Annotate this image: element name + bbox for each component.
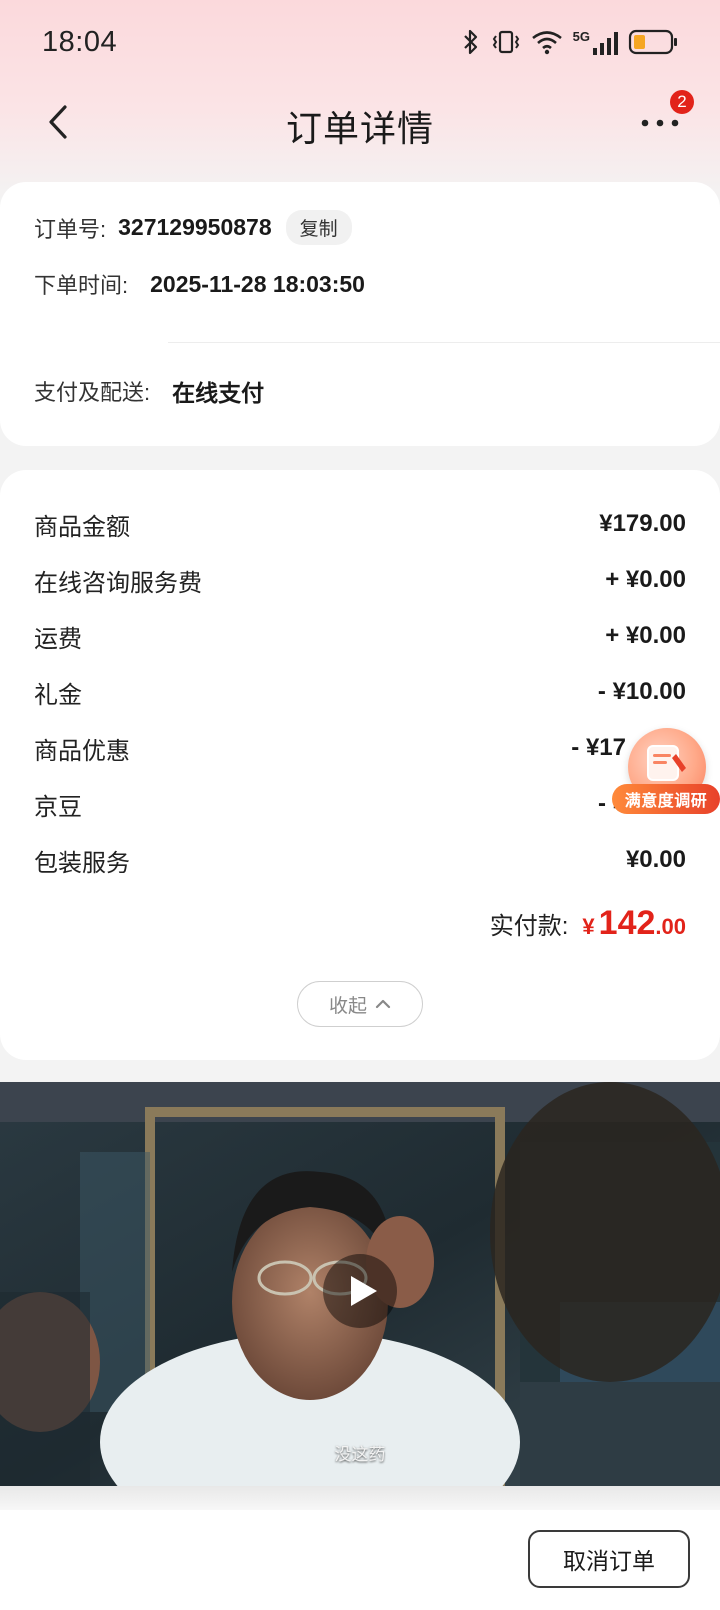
price-value: ¥0.00: [625, 846, 686, 873]
battery-low-icon: [628, 29, 678, 55]
price-row: 商品优惠 - ¥17: [34, 728, 686, 768]
total-paid-integer: 142: [598, 904, 656, 942]
price-row: 商品金额 ¥179.00: [34, 504, 686, 544]
price-label: 包装服务: [34, 849, 130, 877]
order-number-value: 327129950878: [118, 214, 272, 240]
price-value: + ¥0.00: [605, 622, 686, 649]
play-button[interactable]: [321, 1252, 399, 1330]
status-bar: 18:04 5G: [0, 0, 720, 84]
price-row: 京豆 - ¥: [34, 784, 686, 824]
order-time-row: 下单时间: 2025-11-28 18:03:50: [34, 268, 365, 300]
price-row: 运费 + ¥0.00: [34, 616, 686, 656]
payment-row: 支付及配送: 在线支付: [34, 374, 264, 408]
price-row: 礼金 - ¥10.00: [34, 672, 686, 712]
order-time-label: 下单时间:: [34, 273, 129, 298]
navigation-bar: 订单详情 2: [0, 84, 720, 164]
order-number-label: 订单号:: [34, 216, 107, 242]
copy-button[interactable]: 复制: [285, 210, 352, 245]
total-paid-label: 实付款:: [489, 913, 569, 940]
survey-label: 满意度调研: [612, 784, 720, 814]
notification-badge: 2: [670, 90, 694, 114]
chevron-up-icon: [375, 993, 391, 1015]
payment-value: 在线支付: [172, 380, 265, 406]
collapse-button[interactable]: 收起: [297, 981, 423, 1027]
total-paid-row: 实付款: ¥ 142 .00: [490, 904, 686, 943]
order-time-value: 2025-11-28 18:03:50: [150, 270, 365, 297]
price-value: - ¥10.00: [597, 678, 686, 705]
bluetooth-icon: [461, 28, 481, 56]
play-icon: [321, 1254, 399, 1334]
5g-signal-icon: 5G: [573, 29, 618, 56]
status-icons: 5G: [461, 28, 678, 56]
total-paid-decimal: .00: [655, 914, 686, 939]
price-label: 礼金: [34, 681, 82, 709]
bottom-action-bar: 取消订单: [0, 1510, 720, 1610]
payment-label: 支付及配送:: [34, 380, 151, 405]
cancel-order-button[interactable]: 取消订单: [528, 1530, 690, 1588]
page-title: 订单详情: [285, 108, 434, 149]
status-time: 18:04: [42, 25, 118, 58]
bottom-separator: [0, 1486, 720, 1510]
vibrate-icon: [491, 28, 521, 56]
currency-symbol: ¥: [582, 914, 595, 939]
price-value: ¥179.00: [599, 510, 686, 537]
divider: [168, 342, 720, 343]
network-type-label: 5G: [572, 28, 590, 44]
video-subtitle: 没这药: [334, 1445, 386, 1464]
survey-button[interactable]: 满意度调研: [612, 728, 720, 822]
price-label: 在线咨询服务费: [34, 569, 202, 597]
price-label: 京豆: [34, 793, 82, 821]
price-label: 运费: [34, 625, 82, 653]
price-label: 商品金额: [34, 513, 130, 541]
order-info-card: 订单号: 327129950878 复制 下单时间: 2025-11-28 18…: [0, 182, 720, 446]
more-dots-icon: [640, 115, 680, 133]
collapse-label: 收起: [328, 995, 367, 1017]
price-row: 在线咨询服务费 + ¥0.00: [34, 560, 686, 600]
price-value: + ¥0.00: [605, 566, 686, 593]
wifi-icon: [531, 29, 563, 55]
price-label: 商品优惠: [34, 737, 130, 765]
order-number-row: 订单号: 327129950878 复制: [34, 210, 352, 245]
price-row: 包装服务 ¥0.00: [34, 840, 686, 880]
